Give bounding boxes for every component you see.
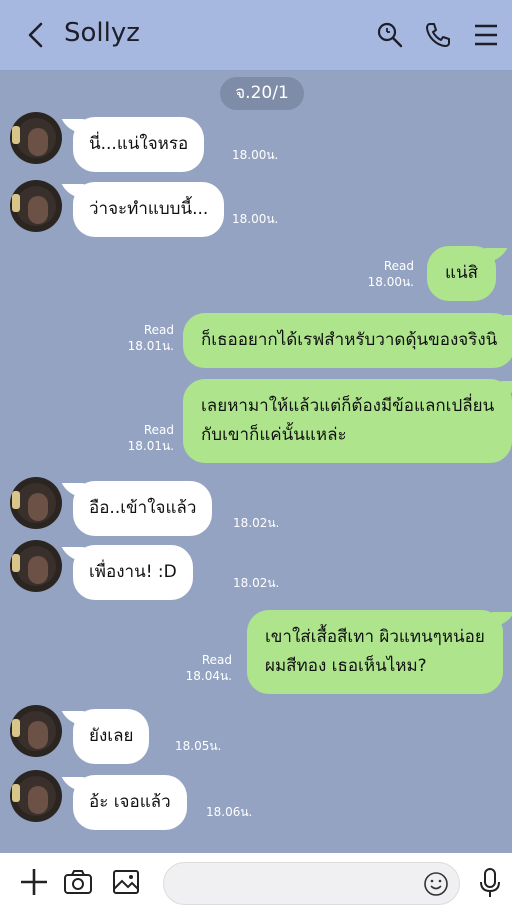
message-bubble-outgoing[interactable]: ก็เธออยากได้เรฟสำหรับวาดดุ้นของจริงนิ [183,313,512,368]
avatar[interactable] [10,705,62,757]
message-input[interactable] [163,862,460,905]
date-separator: จ.20/1 [220,77,304,110]
message-text: ว่าจะทำแบบนี้... [89,199,209,219]
message-text: ก็เธออยากได้เรฟสำหรับวาดดุ้นของจริงนิ [201,330,498,350]
avatar[interactable] [10,477,62,529]
emoji-icon[interactable] [423,871,449,897]
read-receipt: Read [143,423,174,437]
avatar[interactable] [10,540,62,592]
chat-header: Sollyz [0,0,512,71]
phone-icon[interactable] [423,20,453,50]
message-bubble-incoming[interactable]: ว่าจะทำแบบนี้... [73,182,225,237]
message-bubble-incoming[interactable]: อ้ะ เจอแล้ว [73,775,187,830]
message-text: ผมสีทอง เธอเห็นไหม? [265,656,427,676]
chat-title: Sollyz [64,18,140,48]
read-receipt: Read [383,259,414,273]
message-text: ยังเลย [89,726,134,746]
message-meta: Read 18.01น. [124,322,174,354]
message-bubble-outgoing[interactable]: เลยหามาให้แล้วแต่ก็ต้องมีข้อแลกเปลี่ยน ก… [183,379,512,463]
back-icon[interactable] [22,20,50,50]
message-time: 18.02น. [233,516,280,530]
message-time: 18.00น. [367,275,414,289]
message-bubble-outgoing[interactable]: เขาใส่เสื้อสีเทา ผิวแทนๆหน่อย ผมสีทอง เธ… [247,610,503,694]
message-time: 18.01น. [127,439,174,453]
message-meta: Read 18.01น. [124,422,174,454]
message-bubble-outgoing[interactable]: แน่สิ [427,246,496,301]
microphone-icon[interactable] [477,867,503,899]
message-text: อ้ะ เจอแล้ว [89,792,171,812]
avatar[interactable] [10,180,62,232]
message-time: 18.00น. [232,148,279,162]
search-icon[interactable] [375,20,405,50]
message-text: แน่สิ [445,263,478,283]
camera-icon[interactable] [63,867,93,897]
avatar[interactable] [10,770,62,822]
plus-icon[interactable] [19,867,49,897]
message-text: กับเขาก็แค่นั้นแหล่ะ [201,425,347,445]
message-text: อือ..เข้าใจแล้ว [89,498,197,518]
message-text: เพื่องาน! :D [89,562,177,582]
menu-icon[interactable] [472,20,502,50]
read-receipt: Read [143,323,174,337]
image-icon[interactable] [111,867,141,897]
message-time: 18.04น. [185,669,232,683]
message-meta: Read 18.00น. [364,258,414,290]
message-time: 18.01น. [127,339,174,353]
message-bubble-incoming[interactable]: เพื่องาน! :D [73,545,193,600]
message-time: 18.00น. [232,212,279,226]
message-bubble-incoming[interactable]: อือ..เข้าใจแล้ว [73,481,213,536]
message-text: เขาใส่เสื้อสีเทา ผิวแทนๆหน่อย [265,627,485,647]
message-meta: Read 18.04น. [182,652,232,684]
message-text: นี่...แน่ใจหรอ [89,134,189,154]
message-time: 18.06น. [206,805,253,819]
message-time: 18.05น. [175,739,222,753]
message-time: 18.02น. [233,576,280,590]
message-text: เลยหามาให้แล้วแต่ก็ต้องมีข้อแลกเปลี่ยน [201,396,495,416]
message-bubble-incoming[interactable]: ยังเลย [73,709,150,764]
message-bubble-incoming[interactable]: นี่...แน่ใจหรอ [73,117,205,172]
read-receipt: Read [201,653,232,667]
avatar[interactable] [10,112,62,164]
